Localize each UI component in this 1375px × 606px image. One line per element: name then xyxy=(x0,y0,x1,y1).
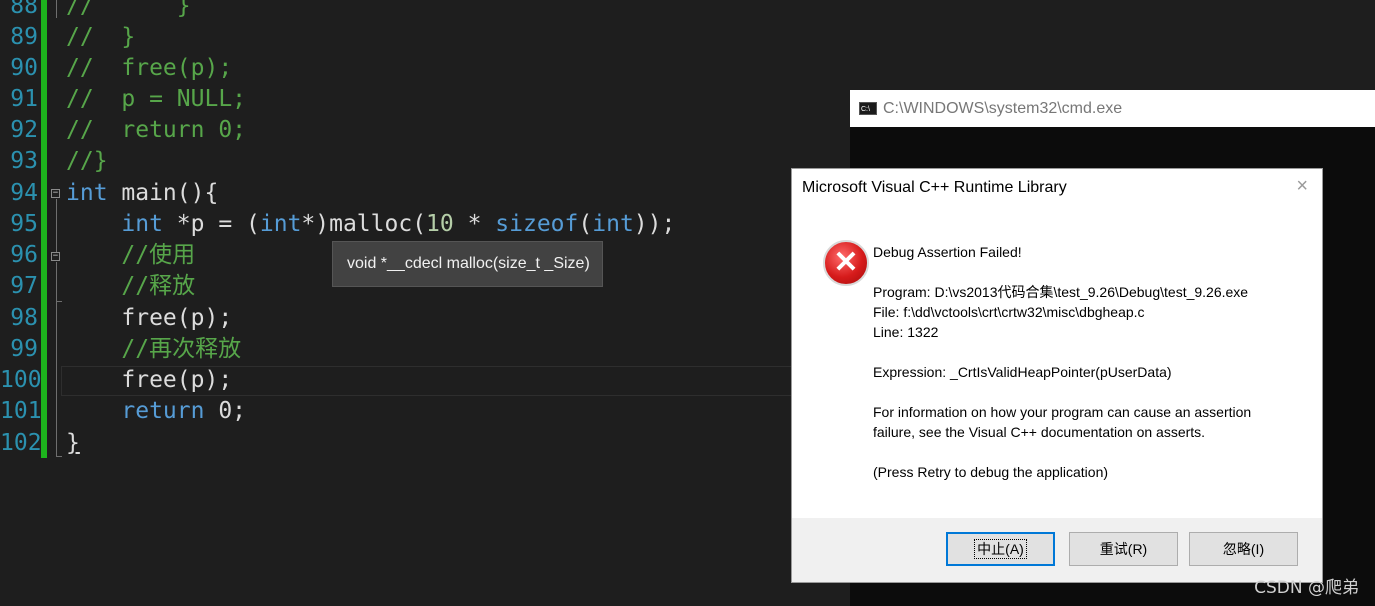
code-line[interactable]: } xyxy=(66,428,80,459)
code-text: 0; xyxy=(204,398,247,424)
close-icon[interactable]: × xyxy=(1296,175,1308,198)
keyword: int xyxy=(66,180,108,206)
info-text-2: failure, see the Visual C++ documentatio… xyxy=(873,424,1206,440)
code-text: main(){ xyxy=(107,180,219,206)
code-line[interactable]: int main(){ xyxy=(66,178,218,209)
retry-button[interactable]: 重试(R) xyxy=(1069,532,1178,566)
code-line-current[interactable]: free(p); xyxy=(66,365,232,396)
line-number: 90 xyxy=(10,55,38,81)
fold-guide xyxy=(56,199,57,253)
expression-text: Expression: _CrtIsValidHeapPointer(pUser… xyxy=(873,364,1172,380)
assertion-heading: Debug Assertion Failed! xyxy=(873,244,1022,260)
code-text: )); xyxy=(633,211,676,237)
line-number: 93 xyxy=(10,148,38,174)
line-number: 89 xyxy=(10,24,38,50)
line-number: 91 xyxy=(10,86,38,112)
press-retry-hint: (Press Retry to debug the application) xyxy=(873,464,1109,480)
line-number: 98 xyxy=(10,305,38,331)
file-path: File: f:\dd\vctools\crt\crtw32\misc\dbgh… xyxy=(873,304,1145,320)
line-number: 95 xyxy=(10,211,38,237)
abort-label: 中止(A) xyxy=(974,539,1027,559)
keyword: int xyxy=(259,211,302,237)
line-number: 102 xyxy=(0,430,42,456)
ignore-button[interactable]: 忽略(I) xyxy=(1189,532,1298,566)
error-icon: ✕ xyxy=(823,240,869,286)
keyword: int xyxy=(592,211,634,237)
keyword: return xyxy=(121,398,205,424)
line-number: 94 xyxy=(10,180,38,206)
code-line[interactable]: //使用 xyxy=(66,240,195,271)
line-number: 92 xyxy=(10,117,38,143)
assertion-dialog[interactable]: Microsoft Visual C++ Runtime Library × ✕… xyxy=(792,169,1322,582)
line-number: 88 xyxy=(10,0,38,19)
cmd-icon: C:\ xyxy=(859,102,877,115)
code-text: *)malloc( xyxy=(301,211,427,237)
console-titlebar[interactable]: C:\ C:\WINDOWS\system32\cmd.exe xyxy=(850,90,1375,127)
code-line[interactable]: //} xyxy=(66,146,108,177)
watermark: CSDN @爬弟 xyxy=(1254,578,1359,598)
code-line[interactable]: free(p); xyxy=(66,303,232,334)
code-text: *p = ( xyxy=(162,211,260,237)
code-text: ( xyxy=(578,211,593,237)
collapse-comment-icon[interactable]: − xyxy=(51,252,60,261)
line-number: 100 xyxy=(0,367,42,393)
code-line[interactable]: //释放 xyxy=(66,271,195,302)
keyword: int xyxy=(121,211,163,237)
program-path: Program: D:\vs2013代码合集\test_9.26\Debug\t… xyxy=(873,284,1249,300)
info-text-1: For information on how your program can … xyxy=(873,404,1252,420)
quickinfo-tooltip: void *__cdecl malloc(size_t _Size) xyxy=(332,241,603,287)
dialog-title: Microsoft Visual C++ Runtime Library xyxy=(802,179,1067,196)
change-indicator-bar xyxy=(41,0,47,458)
line-number: 96 xyxy=(10,242,38,268)
line-number: 97 xyxy=(10,273,38,299)
line-number-text: Line: 1322 xyxy=(873,324,939,340)
number-literal: 10 xyxy=(426,211,454,237)
line-number: 99 xyxy=(10,336,38,362)
code-line[interactable]: // } xyxy=(66,22,135,53)
code-line[interactable]: // free(p); xyxy=(66,53,232,84)
keyword: sizeof xyxy=(495,211,579,237)
code-line[interactable]: //再次释放 xyxy=(66,334,241,365)
code-editor[interactable]: − − 88 89 90 91 92 93 94 95 96 97 98 99 … xyxy=(0,0,850,606)
line-number: 101 xyxy=(0,398,42,424)
code-line[interactable]: // p = NULL; xyxy=(66,84,246,115)
fold-guide xyxy=(56,302,57,457)
code-line[interactable]: // } xyxy=(66,0,191,22)
console-title: C:\WINDOWS\system32\cmd.exe xyxy=(883,99,1123,117)
fold-guide xyxy=(56,262,57,302)
collapse-main-icon[interactable]: − xyxy=(51,189,60,198)
fold-guide-end xyxy=(56,456,62,457)
code-text: * xyxy=(453,211,496,237)
fold-guide xyxy=(56,0,57,18)
code-line[interactable]: return 0; xyxy=(66,396,246,427)
code-line[interactable]: int *p = (int*)malloc(10 * sizeof(int)); xyxy=(66,209,675,240)
code-line[interactable]: // return 0; xyxy=(66,115,246,146)
abort-button[interactable]: 中止(A) xyxy=(946,532,1055,566)
